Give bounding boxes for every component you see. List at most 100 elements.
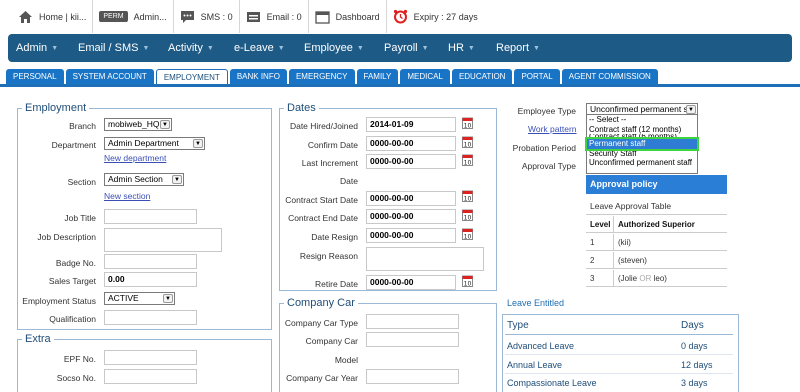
section-select[interactable]: Admin Section ▼ (104, 173, 184, 186)
tab-agent-commission[interactable]: AGENT COMMISSION (561, 69, 658, 84)
car-model-input[interactable] (366, 332, 459, 347)
nav-e-leave[interactable]: e-Leave ▼ (226, 34, 296, 62)
level-cell: 1 (586, 234, 614, 250)
employee-type-label: Employee Type (517, 106, 576, 116)
last-increment-input[interactable]: 0000-00-00 (366, 154, 456, 169)
leave-type: Compassionate Leave (507, 378, 597, 388)
calendar-picker-icon[interactable]: 10 (462, 136, 473, 148)
dropdown-option[interactable]: -- Select -- (587, 115, 697, 125)
badge-input[interactable] (104, 254, 197, 269)
tab-bank-info[interactable]: BANK INFO (229, 69, 287, 84)
dates-title: Dates (284, 102, 319, 114)
tab-family[interactable]: FAMILY (356, 69, 399, 84)
dashboard-link[interactable]: Dashboard (309, 0, 387, 33)
last-increment-label-2: Date (340, 176, 358, 186)
email-link[interactable]: Email : 0 (240, 0, 309, 33)
nav-report[interactable]: Report ▼ (488, 34, 558, 62)
job-title-input[interactable] (104, 209, 197, 224)
employment-title: Employment (22, 102, 90, 114)
dropdown-option-selected[interactable]: Permanent staff (585, 137, 699, 151)
nav-activity[interactable]: Activity ▼ (160, 34, 226, 62)
expiry-label: Expiry : 27 days (413, 11, 478, 22)
svg-text:10: 10 (464, 196, 472, 203)
car-type-input[interactable] (366, 314, 459, 329)
employment-status-label: Employment Status (22, 296, 96, 306)
leave-row: Compassionate Leave 3 days (505, 374, 733, 392)
nav-label: Activity (168, 42, 203, 54)
nav-employee[interactable]: Employee ▼ (296, 34, 376, 62)
calendar-picker-icon[interactable]: 10 (462, 117, 473, 129)
tab-education[interactable]: EDUCATION (451, 69, 513, 84)
dropdown-option[interactable]: Contract staff (12 months) (587, 125, 697, 135)
last-increment-label: Last Increment (301, 158, 358, 168)
dropdown-option[interactable]: Security Staff (587, 149, 697, 159)
superior-name: (Jolie (618, 274, 638, 283)
tab-medical[interactable]: MEDICAL (400, 69, 450, 84)
date-resign-input[interactable]: 0000-00-00 (366, 228, 456, 243)
user-menu[interactable]: PERM Admin... (93, 0, 174, 33)
work-pattern-link[interactable]: Work pattern (528, 124, 577, 134)
employment-status-select[interactable]: ACTIVE ▼ (104, 292, 175, 305)
qualification-label: Qualification (49, 314, 96, 324)
employee-type-dropdown-list: -- Select -- Contract staff (12 months) … (585, 114, 699, 174)
dropdown-option[interactable]: Unconfirmed permanent staff (587, 158, 697, 168)
sms-link[interactable]: SMS : 0 (174, 0, 240, 33)
section-label: Section (67, 177, 96, 187)
calendar-picker-icon[interactable]: 10 (462, 228, 473, 240)
nav-label: Employee (304, 42, 353, 54)
caret-down-icon: ▼ (51, 44, 59, 52)
leave-days: 12 days (681, 360, 713, 370)
confirm-date-input[interactable]: 0000-00-00 (366, 136, 456, 151)
resign-reason-textarea[interactable] (366, 247, 484, 271)
sales-target-input[interactable]: 0.00 (104, 272, 197, 287)
approval-policy-header: Approval policy (586, 175, 727, 194)
new-department-link[interactable]: New department (104, 153, 166, 163)
email-label: Email : 0 (266, 11, 302, 22)
calendar-picker-icon[interactable]: 10 (462, 275, 473, 287)
contract-end-input[interactable]: 0000-00-00 (366, 209, 456, 224)
approval-row: 1 (kii) (586, 234, 727, 251)
job-description-textarea[interactable] (104, 228, 222, 252)
caret-down-icon: ▼ (277, 44, 285, 52)
qualification-input[interactable] (104, 310, 197, 325)
department-select[interactable]: Admin Department ▼ (104, 137, 205, 150)
nav-email-sms[interactable]: Email / SMS ▼ (70, 34, 160, 62)
leave-type: Annual Leave (507, 360, 563, 370)
calendar-picker-icon[interactable]: 10 (462, 190, 473, 202)
nav-admin[interactable]: Admin ▼ (8, 34, 70, 62)
caret-down-icon: ▼ (421, 44, 429, 52)
calendar-picker-icon[interactable]: 10 (462, 209, 473, 221)
car-type-label: Company Car Type (284, 318, 358, 328)
tab-system-account[interactable]: SYSTEM ACCOUNT (65, 69, 154, 84)
retire-date-input[interactable]: 0000-00-00 (366, 275, 456, 290)
date-hired-input[interactable]: 2014-01-09 (366, 117, 456, 132)
socso-input[interactable] (104, 369, 197, 384)
resign-reason-label: Resign Reason (299, 251, 358, 261)
new-section-link[interactable]: New section (104, 191, 150, 201)
or-separator: OR (639, 274, 652, 283)
tab-emergency[interactable]: EMERGENCY (288, 69, 355, 84)
date-resign-label: Date Resign (311, 232, 358, 242)
leave-type: Advanced Leave (507, 341, 575, 351)
leave-days: 0 days (681, 341, 708, 351)
nav-payroll[interactable]: Payroll ▼ (376, 34, 440, 62)
contract-start-input[interactable]: 0000-00-00 (366, 191, 456, 206)
car-year-input[interactable] (366, 369, 459, 384)
sales-target-label: Sales Target (48, 276, 96, 286)
tab-employment[interactable]: EMPLOYMENT (155, 69, 228, 84)
expiry-indicator: Expiry : 27 days (387, 0, 484, 33)
calendar-picker-icon[interactable]: 10 (462, 154, 473, 166)
tab-bar: PERSONAL SYSTEM ACCOUNT EMPLOYMENT BANK … (0, 69, 800, 87)
tab-portal[interactable]: PORTAL (514, 69, 560, 84)
tab-personal[interactable]: PERSONAL (6, 69, 64, 84)
chevron-down-icon: ▼ (160, 120, 170, 129)
section-value: Admin Section (108, 174, 163, 184)
company-car-title: Company Car (284, 297, 358, 309)
home-link[interactable]: Home | kii... (0, 0, 94, 33)
epf-input[interactable] (104, 350, 197, 365)
alarm-clock-icon (393, 9, 408, 24)
svg-text:10: 10 (464, 234, 472, 241)
main-nav: Admin ▼ Email / SMS ▼ Activity ▼ e-Leave ▼ E… (8, 34, 792, 62)
nav-hr[interactable]: HR ▼ (440, 34, 488, 62)
branch-select[interactable]: mobiweb_HQ ▼ (104, 118, 172, 131)
